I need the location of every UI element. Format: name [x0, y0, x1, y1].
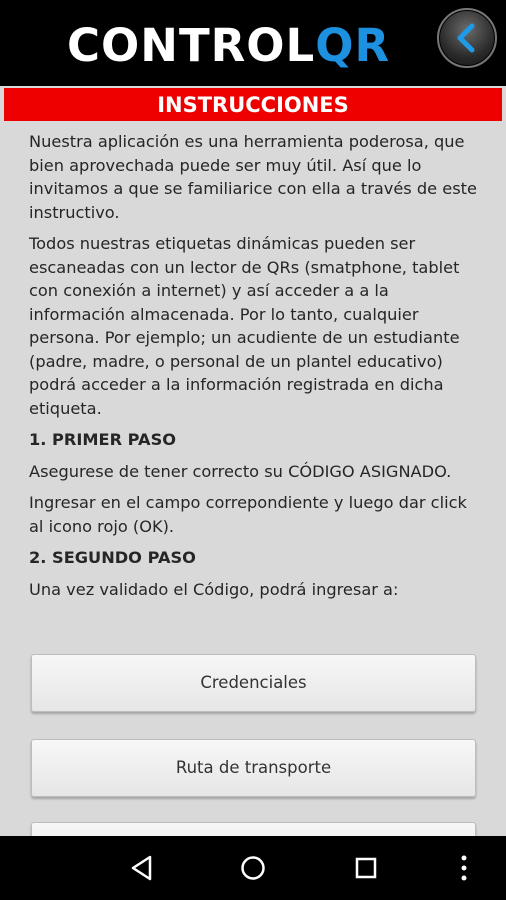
- triangle-back-icon: [131, 855, 152, 881]
- page-title: INSTRUCCIONES: [4, 88, 502, 121]
- nav-home-button[interactable]: [233, 836, 273, 900]
- step2-line: Una vez validado el Código, podrá ingres…: [29, 579, 399, 599]
- intro-paragraph-1: Nuestra aplicación es una herramienta po…: [29, 132, 477, 222]
- controlqr-logo: CONTROLQR: [67, 18, 390, 74]
- step1-line-1: Asegurese de tener correcto su CÓDIGO AS…: [29, 461, 452, 481]
- android-nav-bar: [0, 836, 506, 900]
- step2-heading: 2. SEGUNDO PASO: [29, 548, 196, 567]
- nav-back-button[interactable]: [122, 836, 162, 900]
- instructions-content: Nuestra aplicación es una herramienta po…: [29, 130, 484, 609]
- back-button[interactable]: [437, 8, 497, 68]
- vertical-dots-menu-icon: [461, 855, 467, 881]
- intro-paragraph-2: Todos nuestras etiquetas dinámicas puede…: [29, 234, 460, 418]
- square-recents-icon: [355, 857, 377, 879]
- circle-home-icon: [241, 856, 265, 880]
- credenciales-button[interactable]: Credenciales: [31, 654, 476, 712]
- chevron-left-icon: [457, 23, 475, 53]
- app-header: CONTROLQR: [0, 0, 506, 86]
- logo-text-qr: QR: [315, 19, 391, 72]
- logo-text-control: CONTROL: [67, 19, 316, 72]
- step1-line-2: Ingresar en el campo correpondiente y lu…: [29, 493, 467, 536]
- nav-menu-button[interactable]: [452, 836, 476, 900]
- step1-heading: 1. PRIMER PASO: [29, 430, 176, 449]
- nav-recents-button[interactable]: [346, 836, 386, 900]
- ruta-transporte-button[interactable]: Ruta de transporte: [31, 739, 476, 797]
